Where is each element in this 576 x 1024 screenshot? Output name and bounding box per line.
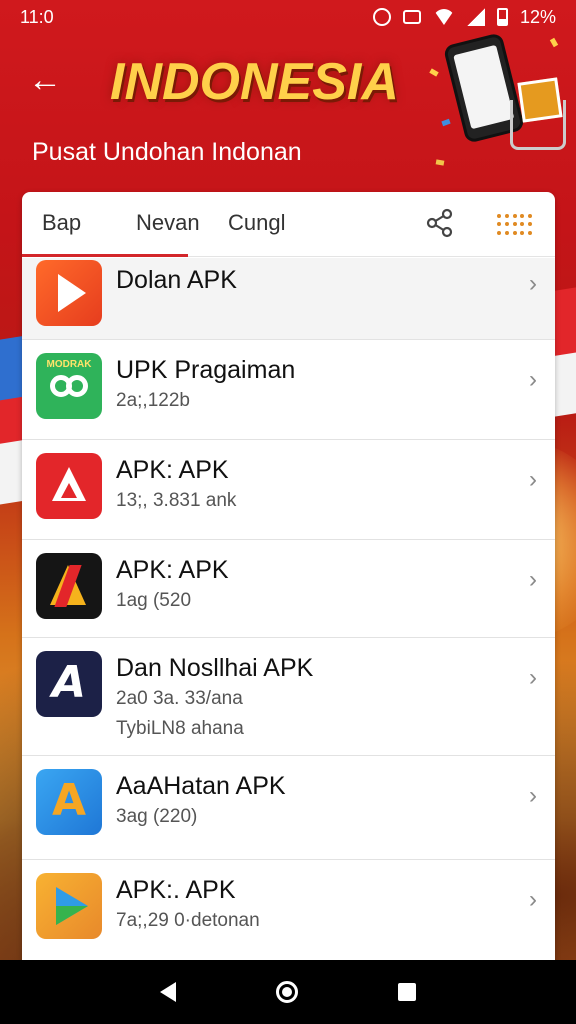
app-meta: 2a0 3a. 33/ana xyxy=(116,688,243,709)
signal-icon xyxy=(466,8,485,26)
share-icon[interactable] xyxy=(425,208,455,238)
list-item[interactable]: Dan Nosllhai APK 2a0 3a. 33/ana TybiLN8 … xyxy=(22,638,555,756)
nav-home-icon[interactable] xyxy=(276,981,298,1003)
list-item[interactable]: APK: APK 13;, 3.831 ank › xyxy=(22,440,555,540)
chevron-right-icon: › xyxy=(529,664,537,691)
app-name: APK: APK xyxy=(116,556,229,584)
page-subtitle: Pusat Undohan Indonan xyxy=(32,138,302,166)
chevron-right-icon: › xyxy=(529,886,537,913)
tab-indicator xyxy=(22,254,188,257)
shopping-cart-icon xyxy=(510,100,566,150)
app-name: UPK Pragaiman xyxy=(116,356,296,384)
navy-a-icon xyxy=(36,651,102,717)
app-name: APK:. APK xyxy=(116,876,236,904)
battery-icon xyxy=(496,8,508,26)
app-meta: 13;, 3.831 ank xyxy=(116,490,237,511)
app-name: Dolan APK xyxy=(116,266,237,294)
play-store-icon xyxy=(36,873,102,939)
nav-back-icon[interactable] xyxy=(160,982,176,1002)
app-list-card: Bap Nevan Cungl Dolan APK › MODRAK UPK P… xyxy=(22,192,555,964)
tab-bar: Bap Nevan Cungl xyxy=(22,192,555,257)
system-nav-bar xyxy=(0,960,576,1024)
tab-cungl[interactable]: Cungl xyxy=(208,192,308,257)
list-item[interactable]: APK:. APK 7a;,29 0·detonan › xyxy=(22,860,555,964)
play-arrow-icon xyxy=(36,260,102,326)
modrak-app-icon: MODRAK xyxy=(36,353,102,419)
vibrate-icon xyxy=(402,10,421,24)
tab-bap[interactable]: Bap xyxy=(22,192,116,257)
page-title: INDONESIA xyxy=(110,53,399,111)
app-list: Dolan APK › MODRAK UPK Pragaiman 2a;,122… xyxy=(22,258,555,964)
nav-recents-icon[interactable] xyxy=(398,983,416,1001)
list-item[interactable]: MODRAK UPK Pragaiman 2a;,122b › xyxy=(22,340,555,440)
app-name: AaAHatan APK xyxy=(116,772,286,800)
chevron-right-icon: › xyxy=(529,782,537,809)
chevron-right-icon: › xyxy=(529,270,537,297)
status-time: 11:0 xyxy=(20,6,54,27)
a-logo-icon xyxy=(36,553,102,619)
alarm-icon xyxy=(372,8,391,26)
chevron-right-icon: › xyxy=(529,466,537,493)
app-meta-secondary: TybiLN8 ahana xyxy=(116,718,244,739)
icon-label: MODRAK xyxy=(46,359,92,370)
app-meta: 1ag (520 xyxy=(116,590,192,611)
status-icons: 12% xyxy=(372,6,556,28)
wifi-icon xyxy=(432,9,455,25)
battery-percent: 12% xyxy=(519,6,556,27)
status-bar: 11:0 12% xyxy=(0,0,576,34)
list-item[interactable]: Dolan APK › xyxy=(22,258,555,340)
tab-nevan[interactable]: Nevan xyxy=(116,192,208,257)
list-item[interactable]: AaAHatan APK 3ag (220) › xyxy=(22,756,555,860)
app-meta: 3ag (220) xyxy=(116,806,198,827)
list-item[interactable]: APK: APK 1ag (520 › xyxy=(22,540,555,638)
chevron-right-icon: › xyxy=(529,366,537,393)
chevron-right-icon: › xyxy=(529,566,537,593)
more-menu-icon[interactable] xyxy=(497,214,533,236)
app-name: APK: APK xyxy=(116,456,229,484)
phone-shopping-illustration xyxy=(429,30,570,180)
app-meta: 7a;,29 0·detonan xyxy=(116,910,260,931)
app-meta: 2a;,122b xyxy=(116,390,190,411)
red-triangle-icon xyxy=(36,453,102,519)
app-name: Dan Nosllhai APK xyxy=(116,654,314,682)
back-arrow-icon[interactable]: ← xyxy=(28,62,64,98)
blue-a-icon xyxy=(36,769,102,835)
